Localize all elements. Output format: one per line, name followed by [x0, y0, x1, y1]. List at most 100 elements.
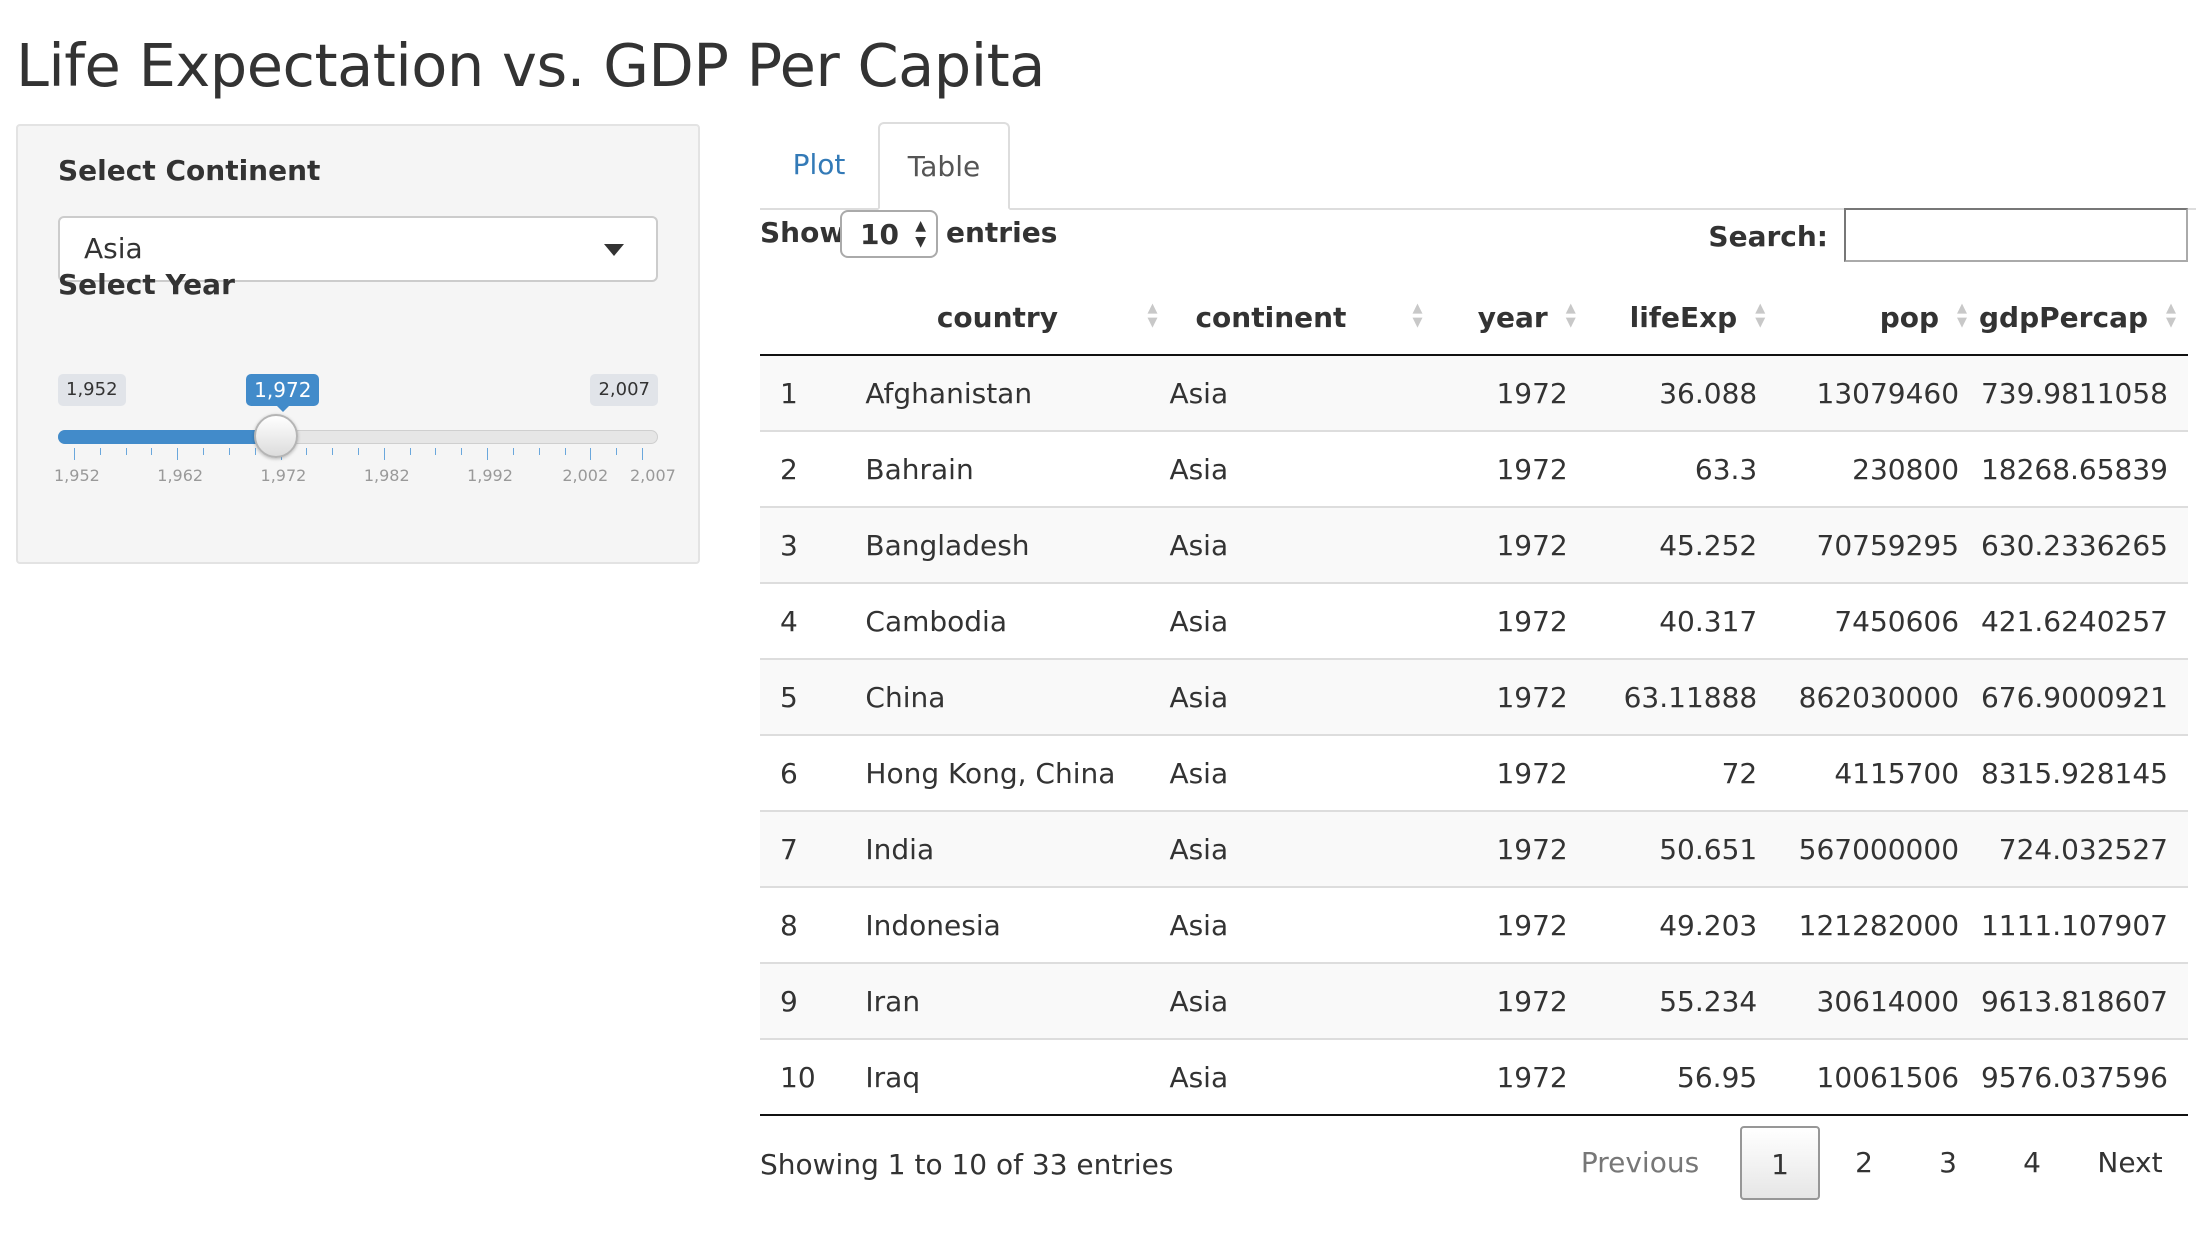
slider-tick — [538, 448, 540, 455]
slider-tick — [203, 448, 205, 455]
column-header-pop[interactable]: pop ▲ ▼ — [1777, 280, 1980, 356]
year-cell: 1972 — [1434, 886, 1588, 963]
slider-tick — [409, 448, 411, 455]
gdppercap-cell: 739.9811058 — [1979, 355, 2188, 431]
slider-tick — [332, 448, 334, 455]
column-header-continent[interactable]: continent ▲ ▼ — [1169, 280, 1435, 356]
column-header-year[interactable]: year ▲ ▼ — [1434, 280, 1588, 356]
entries-length-select[interactable]: 10 ▲ ▼ — [840, 210, 938, 258]
pagination-next[interactable]: Next — [2070, 1126, 2190, 1200]
year-cell: 1972 — [1434, 810, 1588, 887]
slider-tick — [590, 448, 592, 460]
slider-tick — [177, 448, 179, 460]
table-row[interactable]: 5 China Asia 1972 63.11888 862030000 676.90009… — [760, 658, 2188, 735]
slider-tick — [151, 448, 153, 455]
slider-tick — [125, 448, 127, 455]
tab-plot[interactable]: Plot — [760, 122, 878, 208]
country-cell: Iran — [865, 962, 1170, 1039]
column-header-label: year — [1477, 300, 1548, 334]
tab-table[interactable]: Table — [878, 122, 1010, 210]
year-cell: 1972 — [1434, 1038, 1588, 1116]
lifeexp-cell: 63.11888 — [1587, 658, 1778, 735]
column-header-gdppercap[interactable]: gdpPercap ▲ ▼ — [1979, 280, 2188, 356]
column-header-label: continent — [1195, 300, 1347, 334]
lifeexp-cell: 55.234 — [1587, 962, 1778, 1039]
table-row[interactable]: 4 Cambodia Asia 1972 40.317 7450606 421.624025… — [760, 582, 2188, 659]
continent-cell: Asia — [1169, 355, 1435, 431]
table-row[interactable]: 2 Bahrain Asia 1972 63.3 230800 18268.65839 — [760, 430, 2188, 507]
row-index-cell: 1 — [760, 355, 866, 431]
year-cell: 1972 — [1434, 355, 1588, 431]
pagination-page-2[interactable]: 2 — [1824, 1126, 1904, 1200]
slider-tick-label: 1,952 — [54, 466, 100, 485]
slider-max-label: 2,007 — [590, 374, 658, 406]
sidebar-panel: Select Continent Asia Select Year 1,952 … — [16, 124, 700, 564]
row-index-cell: 5 — [760, 658, 866, 735]
entries-length-value: 10 — [860, 218, 899, 251]
year-cell: 1972 — [1434, 582, 1588, 659]
slider-tick-label: 2,007 — [630, 466, 676, 485]
lifeexp-cell: 72 — [1587, 734, 1778, 811]
pop-cell: 230800 — [1777, 430, 1980, 507]
slider-tick-label: 1,972 — [260, 466, 307, 485]
slider-tick — [383, 448, 385, 460]
row-index-cell: 4 — [760, 582, 866, 659]
gdppercap-cell: 724.032527 — [1979, 810, 2188, 887]
column-header-country[interactable]: country ▲ ▼ — [865, 280, 1170, 356]
gdppercap-cell: 9576.037596 — [1979, 1038, 2188, 1116]
pop-cell: 7450606 — [1777, 582, 1980, 659]
pagination-previous[interactable]: Previous — [1560, 1126, 1720, 1200]
row-index-cell: 9 — [760, 962, 866, 1039]
gdppercap-cell: 630.2336265 — [1979, 506, 2188, 583]
table-row[interactable]: 8 Indonesia Asia 1972 49.203 121282000 1111.10… — [760, 886, 2188, 963]
lifeexp-cell: 50.651 — [1587, 810, 1778, 887]
country-cell: Bahrain — [865, 430, 1170, 507]
lifeexp-cell: 63.3 — [1587, 430, 1778, 507]
row-index-cell: 8 — [760, 886, 866, 963]
row-index-cell: 7 — [760, 810, 866, 887]
pagination-page-1[interactable]: 1 — [1740, 1126, 1820, 1200]
year-cell: 1972 — [1434, 506, 1588, 583]
country-cell: China — [865, 658, 1170, 735]
year-cell: 1972 — [1434, 962, 1588, 1039]
gdppercap-cell: 18268.65839 — [1979, 430, 2188, 507]
entries-label: entries — [946, 216, 1058, 249]
column-header-label: gdpPercap — [1979, 300, 2148, 334]
pagination-page-4[interactable]: 4 — [1992, 1126, 2072, 1200]
continent-cell: Asia — [1169, 1038, 1435, 1116]
country-cell: Cambodia — [865, 582, 1170, 659]
year-slider[interactable]: 1,952 2,007 1,972 1,952 1,962 1,972 1,982 1,… — [54, 374, 678, 485]
pop-cell: 4115700 — [1777, 734, 1980, 811]
table-row[interactable]: 1 Afghanistan Asia 1972 36.088 13079460 739.98… — [760, 355, 2188, 431]
sort-icon: ▲ ▼ — [1412, 301, 1423, 330]
search-input[interactable] — [1844, 208, 2188, 262]
table-row[interactable]: 7 India Asia 1972 50.651 567000000 724.032527 — [760, 810, 2188, 887]
pop-cell: 13079460 — [1777, 355, 1980, 431]
year-cell: 1972 — [1434, 430, 1588, 507]
slider-current-label: 1,972 — [246, 374, 320, 412]
lifeexp-cell: 45.252 — [1587, 506, 1778, 583]
column-header-label: pop — [1879, 300, 1940, 334]
table-row[interactable]: 6 Hong Kong, China Asia 1972 72 4115700 8315.9… — [760, 734, 2188, 811]
row-index-cell: 6 — [760, 734, 866, 811]
sort-icon: ▲ ▼ — [1147, 301, 1158, 330]
pagination-page-3[interactable]: 3 — [1908, 1126, 1988, 1200]
table-row[interactable]: 9 Iran Asia 1972 55.234 30614000 9613.818607 — [760, 962, 2188, 1039]
column-header-lifeexp[interactable]: lifeExp ▲ ▼ — [1587, 280, 1778, 356]
table-row[interactable]: 3 Bangladesh Asia 1972 45.252 70759295 630.233… — [760, 506, 2188, 583]
slider-handle[interactable] — [254, 414, 299, 458]
slider-tick — [461, 448, 463, 455]
table-row[interactable]: 10 Iraq Asia 1972 56.95 10061506 9576.037596 — [760, 1038, 2188, 1116]
continent-cell: Asia — [1169, 886, 1435, 963]
year-cell: 1972 — [1434, 734, 1588, 811]
country-cell: India — [865, 810, 1170, 887]
slider-tick — [512, 448, 514, 455]
data-table: country ▲ ▼ continent ▲ ▼ year ▲ ▼ lifeExp ▲ ▼ p… — [760, 280, 2188, 1116]
slider-tick — [564, 448, 566, 455]
slider-tick-label: 2,002 — [562, 466, 609, 485]
country-cell: Hong Kong, China — [865, 734, 1170, 811]
slider-tick-label: 1,982 — [363, 466, 410, 485]
country-cell: Indonesia — [865, 886, 1170, 963]
slider-tick — [642, 448, 643, 460]
lifeexp-cell: 40.317 — [1587, 582, 1778, 659]
